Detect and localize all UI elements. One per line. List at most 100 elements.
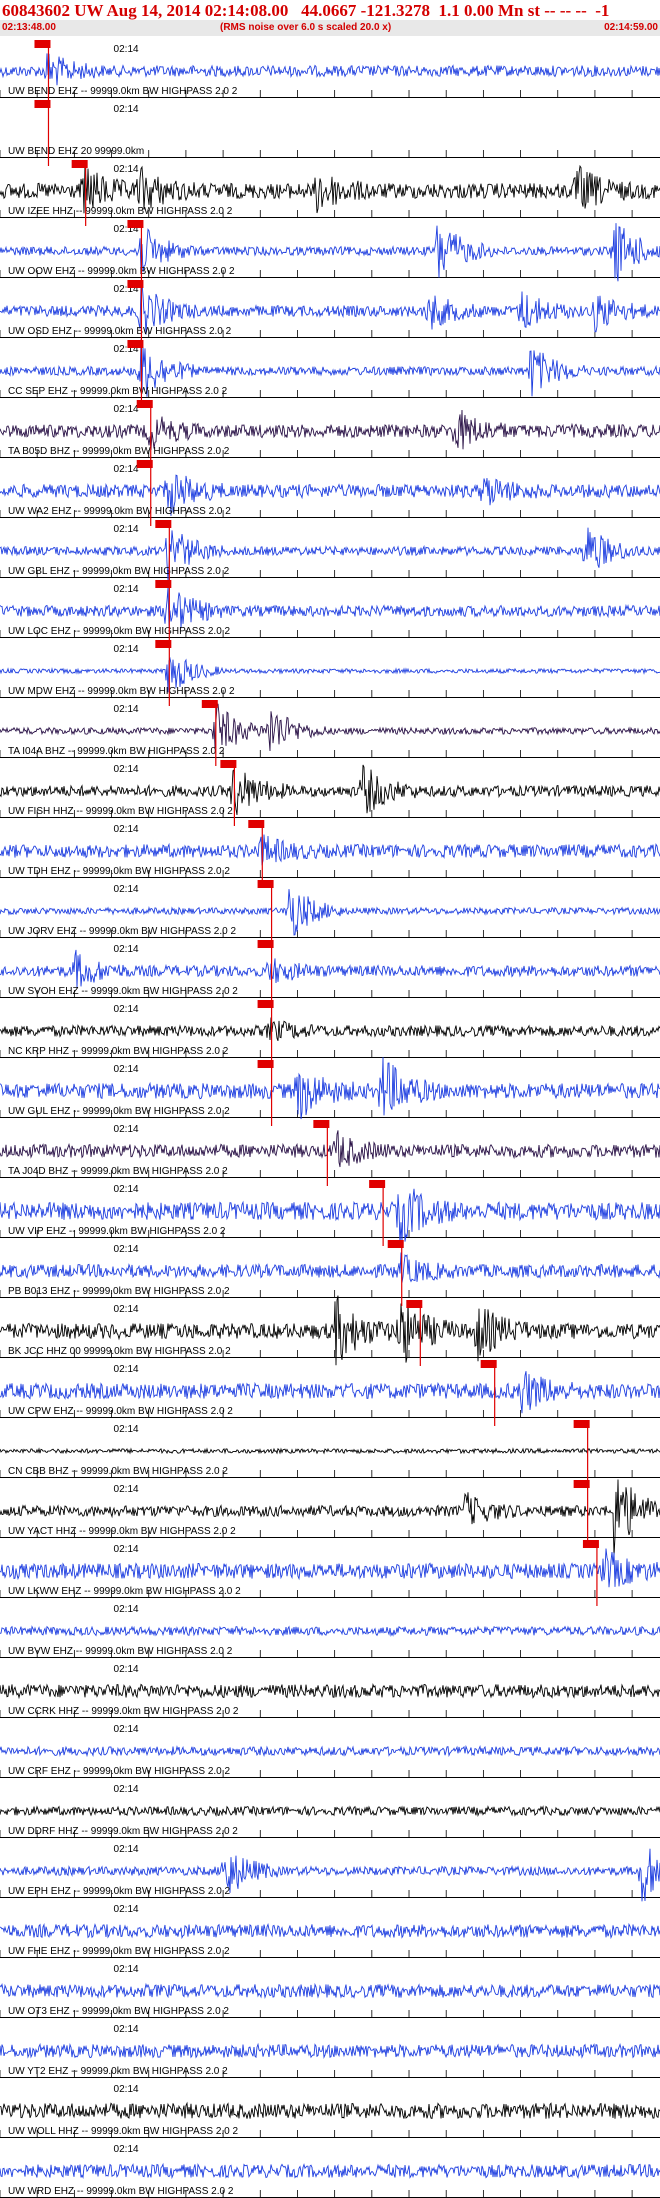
pick-marker xyxy=(573,1420,590,1486)
waveform xyxy=(0,1130,660,1168)
trace-label: UW FHE EHZ -- 99999.0km BW HIGHPASS 2.0 … xyxy=(8,1946,230,1957)
waveform xyxy=(0,2101,660,2120)
trace-label: TA J04D BHZ -- 99999.0km BW HIGHPASS 2.0… xyxy=(8,1166,228,1177)
trace-label: UW CCRK HHZ -- 99999.0km BW HIGHPASS 2.0… xyxy=(8,1706,239,1717)
noise-note: (RMS noise over 6.0 s scaled 20.0 x) xyxy=(220,22,392,33)
trace-22: 02:14 UW CPW EHZ -- 99999.0km BW HIGHPASS… xyxy=(0,1364,660,1418)
pick-flag xyxy=(127,220,144,228)
time-tick-label: 02:14 xyxy=(114,524,139,535)
time-tick-label: 02:14 xyxy=(114,164,139,175)
trace-label: UW GUL EHZ -- 99999.0km BW HIGHPASS 2.0 … xyxy=(8,1106,230,1117)
trace-label: TA I04A BHZ -- 99999.0km BW HIGHPASS 2.0… xyxy=(8,746,225,757)
time-tick-label: 02:14 xyxy=(114,644,139,655)
trace-label: UW MDW EHZ -- 99999.0km BW HIGHPASS 2.0 … xyxy=(8,686,235,697)
time-tick-label: 02:14 xyxy=(114,2144,139,2155)
waveform xyxy=(0,834,660,866)
pick-flag xyxy=(127,280,144,288)
trace-label: NC KRP HHZ -- 99999.0km BW HIGHPASS 2.0 … xyxy=(8,1046,229,1057)
trace-label: UW DDRF HHZ -- 99999.0km BW HIGHPASS 2.0… xyxy=(8,1826,238,1837)
time-tick-label: 02:14 xyxy=(114,1064,139,1075)
pick-flag xyxy=(71,160,88,168)
trace-16: 02:14 NC KRP HHZ -- 99999.0km BW HIGHPASS… xyxy=(0,1004,660,1058)
time-tick-label: 02:14 xyxy=(114,1664,139,1675)
waveform xyxy=(0,1982,660,1999)
trace-20: 02:14 PB B013 EHZ -- 99999.0km BW HIGHPAS… xyxy=(0,1244,660,1298)
trace-5: 02:14CC SEP EHZ -- 99999.0km BW HIGHPASS… xyxy=(0,339,660,398)
trace-label: UW WRD EHZ -- 99999.0km BW HIGHPASS 2.0 … xyxy=(8,2186,234,2197)
trace-label: UW FISH HHZ -- 99999.0km BW HIGHPASS 2.0… xyxy=(8,806,233,817)
time-tick-label: 02:14 xyxy=(114,1004,139,1015)
pick-flag xyxy=(257,1060,274,1068)
trace-label: UW EPH EHZ -- 99999.0km BW HIGHPASS 2.0 … xyxy=(8,1886,231,1897)
pick-marker xyxy=(248,820,265,886)
trace-label: UW OT3 EHZ -- 99999.0km BW HIGHPASS 2.0 … xyxy=(8,2006,229,2017)
trace-13: 02:14 UW TDH EHZ -- 99999.0km BW HIGHPASS… xyxy=(0,824,660,878)
waveform xyxy=(0,2042,660,2059)
trace-0: 02:14 UW BEND EHZ -- 99999.0km BW HIGHPAS… xyxy=(0,44,660,98)
trace-23: 02:14 CN CBB BHZ -- 99999.0km BW HIGHPASS… xyxy=(0,1424,660,1478)
trace-31: 02:14 UW FHE EHZ -- 99999.0km BW HIGHPASS… xyxy=(0,1904,660,1958)
start-time: 02:13:48.00 xyxy=(2,22,56,33)
trace-label: CC SEP EHZ -- 99999.0km BW HIGHPASS 2.0 … xyxy=(8,386,228,397)
time-tick-label: 02:14 xyxy=(114,1964,139,1975)
time-bar: 02:13:48.00 (RMS noise over 6.0 s scaled… xyxy=(0,20,660,36)
pick-flag xyxy=(34,40,51,48)
time-tick-label: 02:14 xyxy=(114,1124,139,1135)
waveform xyxy=(0,53,660,86)
time-tick-label: 02:14 xyxy=(114,1844,139,1855)
trace-label: UW OSD EHZ -- 99999.0km BW HIGHPASS 2.0 … xyxy=(8,326,232,337)
trace-label: UW CPW EHZ -- 99999.0km BW HIGHPASS 2.0 … xyxy=(8,1406,233,1417)
trace-24: 02:14 UW YACT HHZ -- 99999.0km BW HIGHPAS… xyxy=(0,1479,660,1557)
trace-label: UW WA2 EHZ -- 99999.0km BW HIGHPASS 2.0 … xyxy=(8,506,231,517)
time-tick-label: 02:14 xyxy=(114,2084,139,2095)
trace-11: 02:14 TA I04A BHZ -- 99999.0km BW HIGHPAS… xyxy=(0,703,660,758)
pick-flag xyxy=(136,460,153,468)
pick-flag xyxy=(248,820,265,828)
time-tick-label: 02:14 xyxy=(114,464,139,475)
pick-flag xyxy=(136,400,153,408)
pick-flag xyxy=(406,1300,423,1308)
waveform xyxy=(0,1548,660,1588)
pick-flag xyxy=(257,940,274,948)
time-tick-label: 02:14 xyxy=(114,1364,139,1375)
plot-title: 60843602 UW Aug 14, 2014 02:14:08.00 44.… xyxy=(2,1,610,20)
trace-label: UW IZEE HHZ -- 99999.0km BW HIGHPASS 2.0… xyxy=(8,206,233,217)
end-time: 02:14:59.00 xyxy=(604,22,658,33)
time-tick-label: 02:14 xyxy=(114,1724,139,1735)
time-tick-label: 02:14 xyxy=(114,104,139,115)
pick-flag xyxy=(480,1360,497,1368)
trace-27: 02:14 UW CCRK HHZ -- 99999.0km BW HIGHPAS… xyxy=(0,1664,660,1718)
time-tick-label: 02:14 xyxy=(114,1244,139,1255)
time-tick-label: 02:14 xyxy=(114,704,139,715)
time-tick-label: 02:14 xyxy=(114,1544,139,1555)
waveform xyxy=(0,1683,660,1700)
pick-flag xyxy=(257,1000,274,1008)
trace-15: 02:14 UW SVOH EHZ -- 99999.0km BW HIGHPAS… xyxy=(0,944,660,998)
trace-4: 02:14UW OSD EHZ -- 99999.0km BW HIGHPASS… xyxy=(0,282,660,338)
time-tick-label: 02:14 xyxy=(114,1784,139,1795)
trace-label: UW JORV EHZ -- 99999.0km BW HIGHPASS 2.0… xyxy=(8,926,236,937)
waveform xyxy=(0,1744,660,1758)
time-tick-label: 02:14 xyxy=(114,1604,139,1615)
time-tick-label: 02:14 xyxy=(114,44,139,55)
trace-33: 02:14 UW YT2 EHZ -- 99999.0km BW HIGHPASS… xyxy=(0,2024,660,2078)
header: 60843602 UW Aug 14, 2014 02:14:08.00 44.… xyxy=(0,0,660,38)
trace-25: 02:14 UW LKWW EHZ -- 99999.0km BW HIGHPAS… xyxy=(0,1544,660,1598)
trace-28: 02:14 UW CRF EHZ -- 99999.0km BW HIGHPASS… xyxy=(0,1724,660,1778)
trace-label: UW GBL EHZ -- 99999.0km BW HIGHPASS 2.0 … xyxy=(8,566,230,577)
time-tick-label: 02:14 xyxy=(114,884,139,895)
trace-label: UW BEND EHZ -- 99999.0km BW HIGHPASS 2.0… xyxy=(8,86,238,97)
trace-label: UW LOC EHZ -- 99999.0km BW HIGHPASS 2.0 … xyxy=(8,626,231,637)
pick-flag xyxy=(220,760,237,768)
pick-flag xyxy=(582,1540,599,1548)
trace-label: PB B013 EHZ -- 99999.0km BW HIGHPASS 2.0… xyxy=(8,1286,230,1297)
trace-10: 02:14 UW MDW EHZ -- 99999.0km BW HIGHPASS… xyxy=(0,644,660,698)
trace-label: TA B05D BHZ -- 99999.0km BW HIGHPASS 2.0… xyxy=(8,446,230,457)
pick-flag xyxy=(257,880,274,888)
trace-label: UW SVOH EHZ -- 99999.0km BW HIGHPASS 2.0… xyxy=(8,986,238,997)
pick-flag xyxy=(387,1240,404,1248)
trace-1: 02:14 UW BEND EHZ 20 99999.0km xyxy=(0,104,660,158)
trace-32: 02:14 UW OT3 EHZ -- 99999.0km BW HIGHPASS… xyxy=(0,1964,660,2018)
pick-flag xyxy=(155,640,172,648)
time-tick-label: 02:14 xyxy=(114,584,139,595)
